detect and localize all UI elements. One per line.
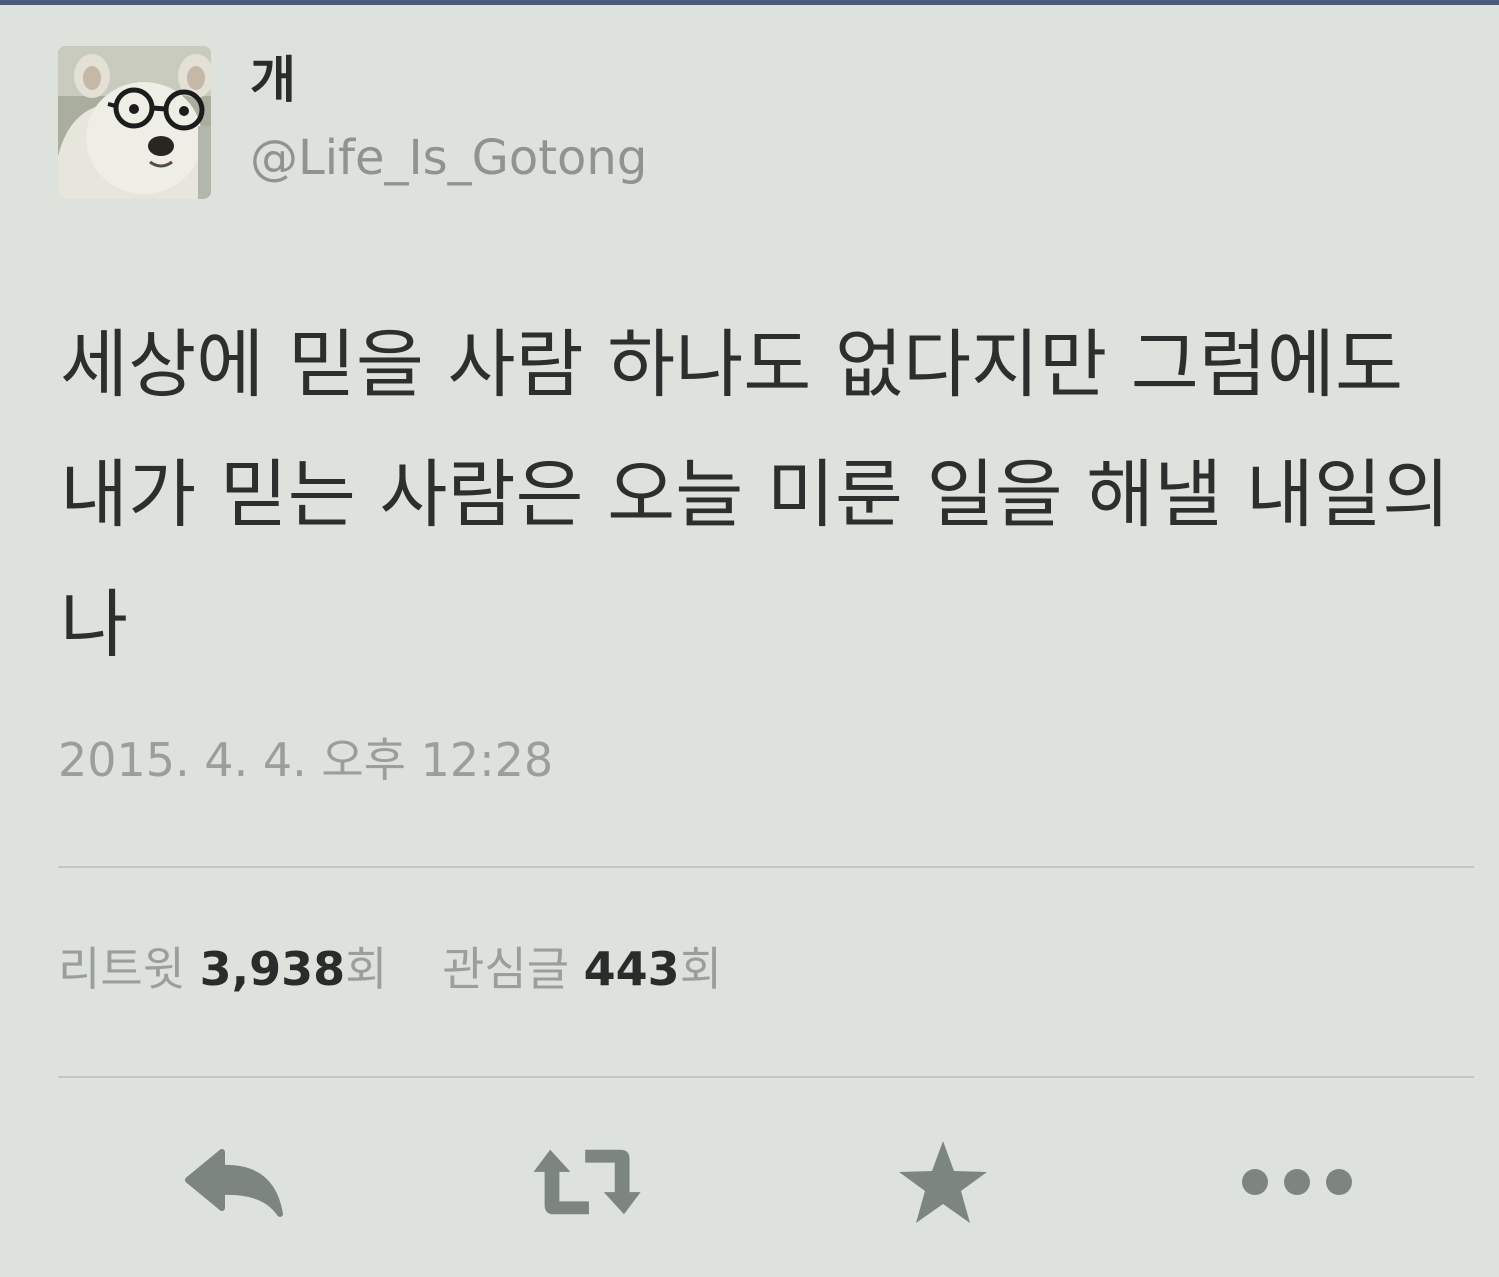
favorite-unit: 회: [679, 942, 723, 996]
more-button[interactable]: [1237, 1132, 1357, 1232]
user-handle[interactable]: @Life_Is_Gotong: [250, 130, 647, 188]
tweet-card: 개 @Life_Is_Gotong 세상에 믿을 사람 하나도 없다지만 그럼에…: [0, 0, 1499, 1277]
favorite-label: 관심글: [442, 942, 570, 996]
more-icon: [1242, 1169, 1352, 1195]
retweet-label: 리트윗: [58, 942, 185, 996]
reply-button[interactable]: [175, 1132, 295, 1232]
retweet-button[interactable]: [528, 1132, 648, 1232]
display-name[interactable]: 개: [250, 50, 296, 110]
retweet-unit: 회: [345, 942, 388, 996]
favorite-button[interactable]: [883, 1132, 1003, 1232]
retweet-stat[interactable]: 리트윗 3,938회: [58, 942, 387, 997]
tweet-stats: 리트윗 3,938회 관심글 443회: [58, 942, 722, 997]
star-icon: [899, 1141, 987, 1223]
tweet-timestamp: 2015. 4. 4. 오후 12:28: [58, 733, 554, 787]
avatar[interactable]: [58, 46, 211, 199]
divider: [58, 866, 1474, 868]
retweet-count: 3,938: [199, 942, 346, 996]
avatar-dog-image: [58, 46, 211, 199]
favorite-stat[interactable]: 관심글 443회: [442, 942, 722, 997]
divider: [58, 1076, 1474, 1078]
retweet-icon: [533, 1149, 641, 1215]
reply-icon: [185, 1149, 283, 1217]
favorite-count: 443: [583, 942, 680, 996]
tweet-text: 세상에 믿을 사람 하나도 없다지만 그럼에도 내가 믿는 사람은 오늘 미룬 …: [60, 322, 1451, 668]
